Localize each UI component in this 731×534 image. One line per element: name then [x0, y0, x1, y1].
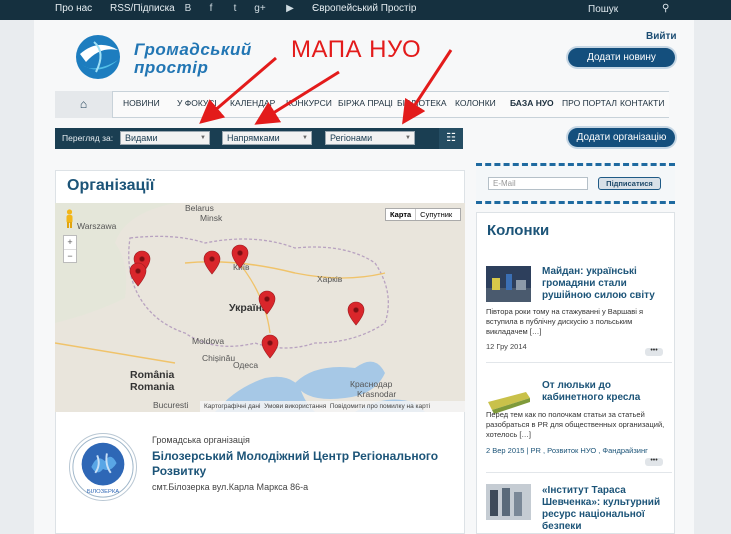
top-bar: Про нас RSS/Підписка B f t g+ ▶ Європейс…: [0, 0, 731, 20]
filter-direction-value: Напрямками: [227, 133, 280, 143]
map-pin-icon: [261, 334, 279, 359]
search-label: Пошук: [588, 4, 619, 15]
map-pin-icon: [347, 301, 365, 326]
rss-link[interactable]: RSS/Підписка: [110, 3, 175, 14]
filter-by-direction-select[interactable]: Напрямками ▼: [222, 131, 312, 145]
about-link[interactable]: Про нас: [55, 3, 92, 14]
nav-item-calendar[interactable]: КАЛЕНДАР: [230, 98, 275, 108]
organization-address: смт.Білозерка вул.Карла Маркса 86-а: [152, 482, 309, 492]
search-icon[interactable]: ⚲: [662, 3, 669, 14]
zoom-in-button[interactable]: +: [64, 236, 76, 250]
nav-item-contests[interactable]: КОНКУРСИ: [286, 98, 332, 108]
organization-logo-text: БІЛОЗЕРКА: [87, 489, 119, 495]
map-data-credit: Картографічні дані: [204, 403, 261, 410]
article-title[interactable]: Майдан: українські громадяни стали рушій…: [542, 266, 672, 302]
filter-region-value: Регіонами: [330, 133, 373, 143]
more-button[interactable]: •••: [645, 347, 663, 356]
article-date: 12 Гру 2014: [486, 342, 527, 351]
article-title[interactable]: От люльки до кабинетного кресла: [542, 380, 672, 404]
search-input[interactable]: Пошук: [560, 2, 675, 18]
nav-item-focus[interactable]: У ФОКУСІ: [177, 98, 217, 108]
article-excerpt: Півтора роки тому на стажуванні у Варшав…: [486, 307, 644, 336]
map-pin-icon: [203, 250, 221, 275]
divider: [486, 472, 672, 473]
map-pin-icon: [231, 244, 249, 269]
map-markers: [129, 244, 365, 359]
rss-icon[interactable]: ☷: [439, 128, 463, 149]
nav-item-contacts[interactable]: КОНТАКТИ: [620, 98, 664, 108]
facebook-icon[interactable]: f: [205, 3, 217, 14]
map-type-map-button[interactable]: Карта: [386, 209, 417, 220]
european-space-link[interactable]: Європейський Простір: [312, 3, 416, 14]
map-pin-icon: [258, 290, 276, 315]
organization-type: Громадська організація: [152, 435, 250, 445]
article-title[interactable]: «Інститут Тараса Шевченка»: культурний р…: [542, 485, 672, 533]
twitter-icon[interactable]: t: [229, 3, 241, 14]
organization-name[interactable]: Білозерський Молодіжний Центр Регіональн…: [152, 449, 438, 463]
annotation-title: МАПА НУО: [291, 36, 422, 63]
map-terms-link[interactable]: Умови використання: [264, 403, 326, 410]
google-plus-icon[interactable]: g+: [254, 3, 266, 14]
nav-item-jobs[interactable]: БІРЖА ПРАЦІ: [338, 98, 393, 108]
nav-item-library[interactable]: БІБЛІОТЕКА: [397, 98, 447, 108]
nav-item-news[interactable]: НОВИНИ: [123, 98, 160, 108]
nav-item-about[interactable]: ПРО ПОРТАЛ: [562, 98, 617, 108]
filter-type-value: Видами: [125, 133, 158, 143]
blogger-icon[interactable]: B: [182, 3, 194, 14]
map-pin-icon: [129, 262, 147, 287]
zoom-out-button[interactable]: −: [64, 250, 76, 263]
nav-item-ngo-base[interactable]: БАЗА НУО: [510, 98, 554, 108]
pegman-icon[interactable]: [64, 209, 75, 229]
map-credits: Картографічні дані Умови використання По…: [200, 401, 465, 412]
organization-logo[interactable]: БІЛОЗЕРКА: [69, 433, 137, 501]
logo-text-line2: простір: [134, 58, 209, 77]
add-organization-button[interactable]: Додати організацію: [568, 128, 675, 147]
email-field[interactable]: E-Mail: [488, 177, 588, 190]
logo-text-line1: Громадський: [134, 40, 252, 59]
chevron-down-icon: ▼: [200, 135, 206, 141]
filter-by-region-select[interactable]: Регіонами ▼: [325, 131, 415, 145]
map-type-toggle: Карта Супутник: [385, 208, 461, 221]
article-thumbnail[interactable]: [486, 266, 531, 302]
map-type-satellite-button[interactable]: Супутник: [416, 209, 456, 220]
article-excerpt: Перед тем как по полочкам статьи за стат…: [486, 410, 665, 439]
add-news-button[interactable]: Додати новину: [568, 48, 675, 67]
article-thumbnail[interactable]: [486, 484, 531, 520]
more-button[interactable]: •••: [645, 457, 663, 466]
map-zoom-control: + −: [63, 235, 77, 263]
youtube-icon[interactable]: ▶: [284, 3, 296, 14]
organization-name-line2[interactable]: Розвитку: [152, 464, 206, 478]
columns-heading: Колонки: [487, 222, 550, 239]
organizations-heading: Організації: [67, 177, 155, 194]
article-date-tags: 2 Вер 2015 | PR , Розвиток НУО , Фандрай…: [486, 446, 648, 455]
map-report-error-link[interactable]: Повідомити про помилку на карті: [330, 403, 430, 410]
divider: [486, 362, 672, 363]
logout-link[interactable]: Вийти: [646, 31, 677, 42]
home-icon[interactable]: ⌂: [55, 91, 113, 118]
filter-label: Перегляд за:: [62, 133, 114, 143]
chevron-down-icon: ▼: [302, 135, 308, 141]
filter-by-type-select[interactable]: Видами ▼: [120, 131, 210, 145]
subscribe-button[interactable]: Підписатися: [598, 177, 661, 190]
chevron-down-icon: ▼: [405, 135, 411, 141]
nav-item-columns[interactable]: КОЛОНКИ: [455, 98, 496, 108]
